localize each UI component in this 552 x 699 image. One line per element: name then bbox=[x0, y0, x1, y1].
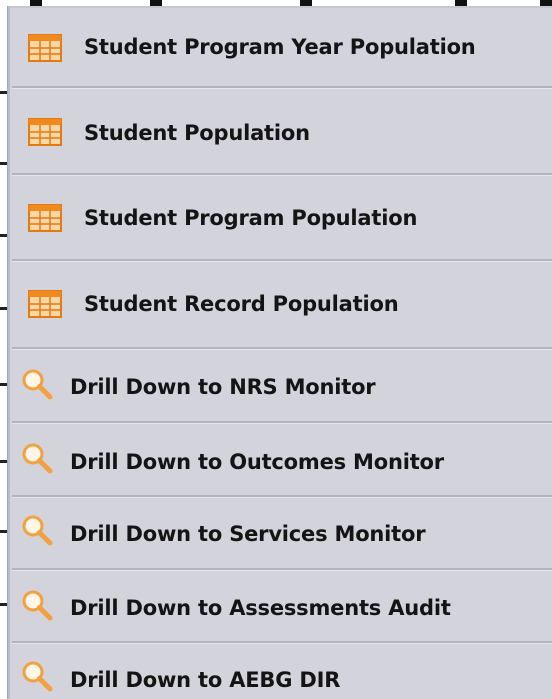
table-icon bbox=[28, 204, 62, 232]
menu-item-drill-down-assessments-audit[interactable]: Drill Down to Assessments Audit bbox=[10, 571, 552, 643]
menu-item-drill-down-nrs-monitor[interactable]: Drill Down to NRS Monitor bbox=[10, 350, 552, 422]
table-icon bbox=[28, 290, 62, 318]
menu-item-label: Drill Down to NRS Monitor bbox=[70, 375, 376, 399]
menu-item-label: Drill Down to Services Monitor bbox=[70, 522, 426, 546]
menu-item-label: Drill Down to AEBG DIR bbox=[70, 668, 341, 692]
screen: Student Program Year Population Student … bbox=[0, 0, 552, 699]
search-icon bbox=[22, 369, 53, 400]
table-icon bbox=[28, 118, 62, 146]
menu-item-student-population[interactable]: Student Population bbox=[10, 89, 552, 173]
menu-item-label: Drill Down to Assessments Audit bbox=[70, 596, 451, 620]
menu-item-student-record-population[interactable]: Student Record Population bbox=[10, 262, 552, 346]
context-menu: Student Program Year Population Student … bbox=[8, 6, 552, 699]
menu-item-drill-down-outcomes-monitor[interactable]: Drill Down to Outcomes Monitor bbox=[10, 424, 552, 496]
menu-item-label: Drill Down to Outcomes Monitor bbox=[70, 450, 444, 474]
search-icon bbox=[22, 443, 53, 474]
menu-item-label: Student Record Population bbox=[84, 292, 399, 316]
menu-item-label: Student Population bbox=[84, 121, 310, 145]
menu-item-student-program-population[interactable]: Student Program Population bbox=[10, 176, 552, 260]
menu-item-drill-down-services-monitor[interactable]: Drill Down to Services Monitor bbox=[10, 498, 552, 570]
search-icon bbox=[22, 661, 53, 692]
menu-item-drill-down-aebg-dir[interactable]: Drill Down to AEBG DIR bbox=[10, 644, 552, 699]
search-icon bbox=[22, 515, 53, 546]
menu-item-label: Student Program Population bbox=[84, 206, 418, 230]
menu-item-student-program-year-population[interactable]: Student Program Year Population bbox=[10, 8, 552, 92]
menu-item-label: Student Program Year Population bbox=[84, 35, 476, 59]
search-icon bbox=[22, 590, 53, 621]
table-icon bbox=[28, 34, 62, 62]
